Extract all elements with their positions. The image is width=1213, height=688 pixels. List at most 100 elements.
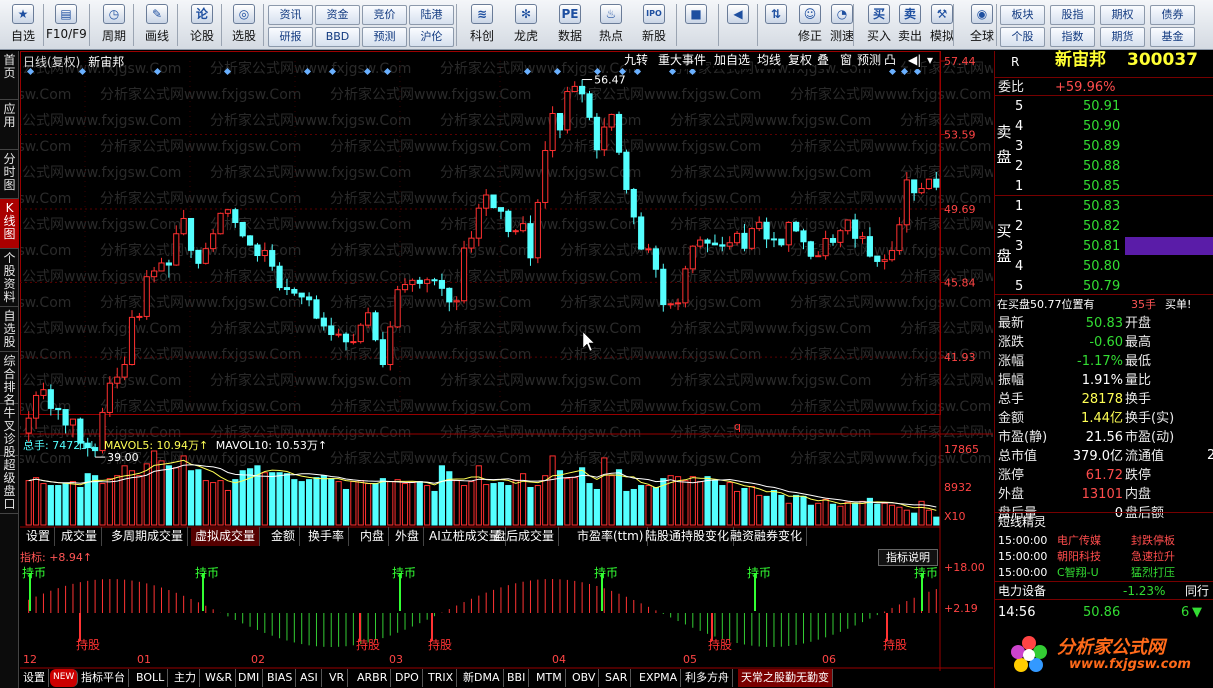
indicator-tab-10[interactable]: 市盈率(ttm) (573, 527, 649, 546)
bottom-tab-19[interactable]: 利多方舟 (682, 669, 733, 687)
toolbar-small-button-5[interactable]: BBD (315, 27, 360, 47)
indicator-tab-3[interactable]: 虚拟成交量 (191, 527, 261, 546)
sprite-row-2[interactable]: 15:00:00 C智翔-U 猛烈打压 (995, 565, 1213, 581)
bottom-tab-6[interactable]: DMI (235, 669, 264, 687)
bottom-tab-20[interactable]: 天常之股勤无勤变 (738, 669, 833, 687)
sidebar-item-6[interactable]: 综合排名 (0, 352, 19, 407)
toolbar-small-button-1[interactable]: 资金 (315, 5, 360, 25)
chart-button-0[interactable]: 九转 (624, 52, 649, 69)
toolbar-button-1[interactable]: ▤ F10/F9 (46, 2, 87, 48)
indicator-tab-4[interactable]: 金额 (267, 527, 301, 546)
bottom-tab-16[interactable]: OBV (569, 669, 600, 687)
toolbar-small-button-4[interactable]: 研报 (268, 27, 313, 47)
toolbar-small-button-9[interactable]: 股指 (1050, 5, 1095, 25)
toolbar-button-6[interactable]: ≋ 科创 (462, 2, 502, 48)
toolbar-small-button-13[interactable]: 指数 (1050, 27, 1095, 47)
chart-button-3[interactable]: 均线 (757, 52, 782, 69)
indicator-tab-2[interactable]: 多周期成交量 (107, 527, 189, 546)
volume-bar (151, 450, 158, 526)
chart-button-5[interactable]: 叠 (817, 52, 830, 69)
toolbar-button-8[interactable]: PE 数据 (550, 2, 590, 48)
bottom-tab-1[interactable]: NEW (50, 669, 79, 687)
indicator-tab-1[interactable]: 成交量 (57, 527, 103, 546)
toolbar-small-button-7[interactable]: 沪伦 (409, 27, 454, 47)
bottom-tab-10[interactable]: ARBR (354, 669, 392, 687)
indicator-tab-12[interactable]: 融资融券变化 (726, 527, 808, 546)
sidebar-item-2[interactable]: 分时图 (0, 150, 19, 199)
indicator-tab-0[interactable]: 设置 (22, 527, 56, 546)
toolbar-button-5[interactable]: ◎ 选股 (224, 2, 264, 48)
bottom-tab-9[interactable]: VR (326, 669, 349, 687)
bottom-tab-0[interactable]: 设置 (20, 669, 49, 687)
toolbar-small-button-10[interactable]: 期权 (1100, 5, 1145, 25)
sidebar-item-8[interactable]: 超级盘口 (0, 456, 19, 514)
toolbar-small-button-11[interactable]: 债券 (1150, 5, 1195, 25)
sprite-row-0[interactable]: 15:00:00 电广传媒 封跌停板 (995, 533, 1213, 549)
chart-button-6[interactable]: 窗 (840, 52, 853, 69)
toolbar-small-button-8[interactable]: 板块 (1000, 5, 1045, 25)
bottom-tab-4[interactable]: 主力 (171, 669, 200, 687)
indicator-tab-9[interactable]: 盘后成交量 (490, 527, 560, 546)
bottom-tab-13[interactable]: 新DMA (460, 669, 504, 687)
toolbar-button-9[interactable]: ♨ 热点 (591, 2, 631, 48)
toolbar-button-4[interactable]: 论论股 (182, 2, 222, 48)
bottom-tab-8[interactable]: ASI (297, 669, 322, 687)
volume-bar (549, 455, 556, 526)
bottom-tab-2[interactable]: 指标平台 (78, 669, 129, 687)
kline-chart-svg[interactable]: 分析家公式网www.fxjgsw.Com 分析家公式网www.fxjgsw.Com… (20, 51, 993, 688)
toolbar-button-7[interactable]: ✻ 龙虎 (506, 2, 546, 48)
sidebar-item-3[interactable]: K线图 (0, 199, 19, 249)
bottom-tab-7[interactable]: BIAS (264, 669, 297, 687)
chart-button-10[interactable]: ▾ (927, 52, 934, 69)
toolbar-small-button-3[interactable]: 陆港 (409, 5, 454, 25)
indicator-tab-11[interactable]: 陆股通持股变化 (641, 527, 735, 546)
stat-label-2: 最高 (1125, 335, 1152, 350)
sidebar-item-4[interactable]: 个股资料 (0, 249, 19, 307)
bottom-tab-15[interactable]: MTM (533, 669, 566, 687)
bottom-tab-3[interactable]: BOLL (133, 669, 169, 687)
chart-button-7[interactable]: 预测 (857, 52, 882, 69)
sidebar-item-0[interactable]: 首页 (0, 51, 19, 100)
toolbar-small-button-12[interactable]: 个股 (1000, 27, 1045, 47)
chart-button-1[interactable]: 重大事件 (658, 52, 707, 69)
sidebar-item-1[interactable]: 应用 (0, 100, 19, 150)
bottom-tab-5[interactable]: W&R (202, 669, 237, 687)
indicator-tab-5[interactable]: 换手率 (304, 527, 350, 546)
chart-button-9[interactable]: ◀| (908, 52, 922, 69)
sprite-name: C智翔-U (1057, 566, 1099, 579)
toolbar-button-3[interactable]: ✎ 画线 (137, 2, 177, 48)
kline-chart-panel[interactable]: 分析家公式网www.fxjgsw.Com 分析家公式网www.fxjgsw.Com… (20, 51, 993, 688)
indicator-tab-6[interactable]: 内盘 (356, 527, 390, 546)
toolbar-button-15[interactable]: ◔ 测速 (822, 2, 862, 48)
indicator-tab-7[interactable]: 外盘 (391, 527, 425, 546)
toolbar-small-button-14[interactable]: 期货 (1100, 27, 1145, 47)
sidebar-item-5[interactable]: 自选股 (0, 307, 19, 352)
toolbar-small-button-0[interactable]: 资讯 (268, 5, 313, 25)
chart-button-2[interactable]: 加自选 (714, 52, 751, 69)
indicator-explain-button[interactable]: 指标说明 (878, 549, 938, 566)
toolbar-separator (853, 4, 854, 46)
bottom-tab-12[interactable]: TRIX (425, 669, 458, 687)
toolbar-small-button-15[interactable]: 基金 (1150, 27, 1195, 47)
toolbar-button-13[interactable]: ⇅ (760, 2, 792, 48)
sidebar-item-7[interactable]: 牛叉诊股 (0, 404, 19, 459)
toolbar-small-button-2[interactable]: 竞价 (362, 5, 407, 25)
toolbar-button-0[interactable]: ★ 自选 (3, 2, 43, 48)
toolbar-button-2[interactable]: ◷ 周期 (94, 2, 134, 48)
bottom-tab-18[interactable]: EXPMA (636, 669, 682, 687)
sprite-row-1[interactable]: 15:00:00 朝阳科技 急速拉升 (995, 549, 1213, 565)
sidebar-char: 页 (3, 66, 16, 80)
chart-button-4[interactable]: 复权 (788, 52, 813, 69)
toolbar-button-18[interactable]: ⚒ 模拟 (922, 2, 962, 48)
toolbar-button-12[interactable]: ◀ (722, 2, 754, 48)
toolbar-button-11[interactable]: ■ (680, 2, 712, 48)
bottom-tab-17[interactable]: SAR (602, 669, 632, 687)
chart-button-8[interactable]: 凸 (884, 52, 897, 69)
toolbar-button-10[interactable]: IPO 新股 (634, 2, 674, 48)
bottom-tab-14[interactable]: BBI (504, 669, 530, 687)
bottom-tab-11[interactable]: DPO (392, 669, 423, 687)
toolbar-small-button-6[interactable]: 预测 (362, 27, 407, 47)
chart-mode: 日线(复权) (23, 55, 81, 69)
sector-peer-tag[interactable]: 同行 (1185, 582, 1209, 601)
watermark-text: 分析家公式网www.fxjgsw.Com (790, 86, 991, 103)
